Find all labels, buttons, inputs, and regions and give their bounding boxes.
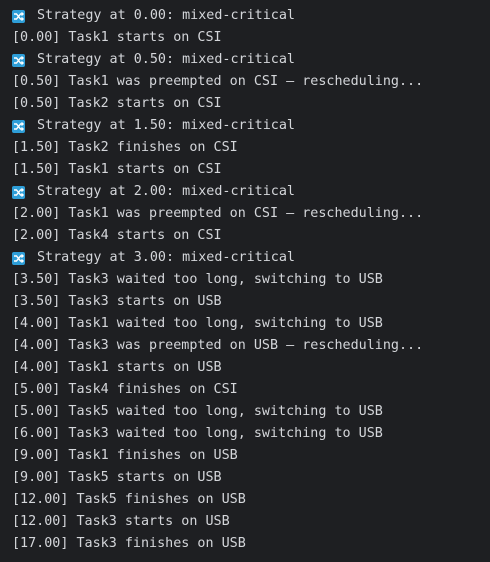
console-output[interactable]: Strategy at 0.00: mixed-critical [0.00] T… [0, 0, 490, 562]
line-text: [0.50] Task2 starts on CSI [12, 96, 222, 111]
log-line: [2.00] Task1 was preempted on CSI — resc… [12, 203, 490, 225]
strategy-line: Strategy at 0.00: mixed-critical [12, 5, 490, 27]
line-text: Strategy at 1.50: mixed-critical [37, 118, 295, 133]
log-line: [5.00] Task5 waited too long, switching … [12, 401, 490, 423]
line-text: [12.00] Task5 finishes on USB [12, 492, 246, 507]
line-text: Strategy at 0.00: mixed-critical [37, 8, 295, 23]
line-text: Strategy at 0.50: mixed-critical [37, 52, 295, 67]
log-line: [6.00] Task3 waited too long, switching … [12, 423, 490, 445]
line-text: [0.50] Task1 was preempted on CSI — resc… [12, 74, 424, 89]
log-line: [9.00] Task5 starts on USB [12, 467, 490, 489]
shuffle-icon [12, 185, 25, 199]
log-line: [1.50] Task1 starts on CSI [12, 159, 490, 181]
log-line: [17.00] Task3 finishes on USB [12, 533, 490, 555]
strategy-line: Strategy at 2.00: mixed-critical [12, 181, 490, 203]
log-line: [1.50] Task2 finishes on CSI [12, 137, 490, 159]
log-line: [0.50] Task1 was preempted on CSI — resc… [12, 71, 490, 93]
line-text: [5.00] Task4 finishes on CSI [12, 382, 238, 397]
shuffle-icon [12, 9, 25, 23]
line-text: [4.00] Task3 was preempted on USB — resc… [12, 338, 424, 353]
strategy-line: Strategy at 3.00: mixed-critical [12, 247, 490, 269]
line-text: [5.00] Task5 waited too long, switching … [12, 404, 383, 419]
log-line: [4.00] Task3 was preempted on USB — resc… [12, 335, 490, 357]
line-text: [2.00] Task1 was preempted on CSI — resc… [12, 206, 424, 221]
strategy-line: Strategy at 0.50: mixed-critical [12, 49, 490, 71]
clipped-previous-line [0, 0, 490, 4]
line-text: [9.00] Task1 finishes on USB [12, 448, 238, 463]
line-text: [3.50] Task3 waited too long, switching … [12, 272, 383, 287]
line-text: [6.00] Task3 waited too long, switching … [12, 426, 383, 441]
line-text: Strategy at 3.00: mixed-critical [37, 250, 295, 265]
log-line: [4.00] Task1 waited too long, switching … [12, 313, 490, 335]
line-text: [12.00] Task3 starts on USB [12, 514, 230, 529]
log-line: [0.00] Task1 starts on CSI [12, 27, 490, 49]
strategy-line: Strategy at 1.50: mixed-critical [12, 115, 490, 137]
line-text: [17.00] Task3 finishes on USB [12, 536, 246, 551]
shuffle-icon [12, 251, 25, 265]
line-text: [4.00] Task1 waited too long, switching … [12, 316, 383, 331]
log-line: [5.00] Task4 finishes on CSI [12, 379, 490, 401]
log-line: [4.00] Task1 starts on USB [12, 357, 490, 379]
line-text: [1.50] Task2 finishes on CSI [12, 140, 238, 155]
shuffle-icon [12, 53, 25, 67]
line-text: [2.00] Task4 starts on CSI [12, 228, 222, 243]
log-line: [12.00] Task3 starts on USB [12, 511, 490, 533]
line-text: [1.50] Task1 starts on CSI [12, 162, 222, 177]
log-line: [3.50] Task3 waited too long, switching … [12, 269, 490, 291]
shuffle-icon [12, 119, 25, 133]
line-text: [0.00] Task1 starts on CSI [12, 30, 222, 45]
log-line: [2.00] Task4 starts on CSI [12, 225, 490, 247]
line-text: [4.00] Task1 starts on USB [12, 360, 222, 375]
line-text: [3.50] Task3 starts on USB [12, 294, 222, 309]
log-line: [9.00] Task1 finishes on USB [12, 445, 490, 467]
line-text: Strategy at 2.00: mixed-critical [37, 184, 295, 199]
line-text: [9.00] Task5 starts on USB [12, 470, 222, 485]
log-line: [12.00] Task5 finishes on USB [12, 489, 490, 511]
log-line: [0.50] Task2 starts on CSI [12, 93, 490, 115]
console-lines: Strategy at 0.00: mixed-critical [0.00] T… [12, 5, 490, 555]
log-line: [3.50] Task3 starts on USB [12, 291, 490, 313]
